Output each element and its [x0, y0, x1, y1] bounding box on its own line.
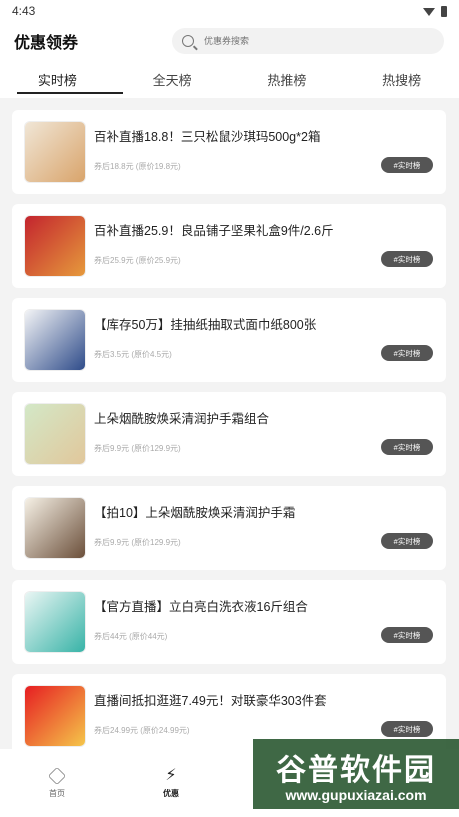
status-time: 4:43 — [12, 4, 36, 18]
item-price: 券后18.8元 (原价19.8元) — [94, 162, 181, 171]
search-icon — [182, 35, 194, 47]
product-image — [24, 685, 86, 747]
list-item[interactable]: 上朵烟酰胺焕采清润护手霜组合 券后9.9元 (原价129.9元) #实时榜 — [12, 392, 446, 476]
tab-hot-push[interactable]: 热推榜 — [230, 60, 345, 98]
status-icons — [423, 5, 447, 17]
watermark-sub: www.gupuxiazai.com — [285, 787, 427, 803]
item-title: 百补直播25.9！良品铺子坚果礼盒9件/2.6斤 — [94, 224, 334, 238]
rank-tag[interactable]: #实时榜 — [381, 721, 433, 737]
header: 优惠领券 — [0, 22, 459, 60]
rank-tag[interactable]: #实时榜 — [381, 627, 433, 643]
page-title: 优惠领券 — [14, 35, 79, 52]
nav-home[interactable]: 首页 — [0, 749, 114, 817]
product-image — [24, 215, 86, 277]
item-title: 百补直播18.8！三只松鼠沙琪玛500g*2箱 — [94, 130, 321, 144]
list-item[interactable]: 百补直播25.9！良品铺子坚果礼盒9件/2.6斤 券后25.9元 (原价25.9… — [12, 204, 446, 288]
watermark: 谷普软件园 www.gupuxiazai.com — [253, 739, 459, 809]
nav-deals[interactable]: ⚡ 优惠 — [114, 749, 228, 817]
tab-allday[interactable]: 全天榜 — [115, 60, 230, 98]
tab-hot-search[interactable]: 热搜榜 — [344, 60, 459, 98]
nav-label: 优惠 — [163, 788, 179, 798]
item-price: 券后24.99元 (原价24.99元) — [94, 726, 190, 735]
list-item[interactable]: 【库存50万】挂抽纸抽取式面巾纸800张 券后3.5元 (原价4.5元) #实时… — [12, 298, 446, 382]
item-title: 上朵烟酰胺焕采清润护手霜组合 — [94, 412, 270, 426]
status-bar: 4:43 — [0, 0, 459, 22]
battery-icon — [441, 5, 447, 17]
tab-bar: 实时榜 全天榜 热推榜 热搜榜 — [0, 60, 459, 98]
rank-tag[interactable]: #实时榜 — [381, 439, 433, 455]
item-price: 券后9.9元 (原价129.9元) — [94, 538, 181, 547]
rank-tag[interactable]: #实时榜 — [381, 157, 433, 173]
product-image — [24, 403, 86, 465]
item-price: 券后44元 (原价44元) — [94, 632, 168, 641]
search-input[interactable] — [202, 35, 406, 47]
item-title: 【拍10】上朵烟酰胺焕采清润护手霜 — [94, 506, 296, 520]
product-image — [24, 497, 86, 559]
home-icon — [47, 766, 67, 785]
rank-tag[interactable]: #实时榜 — [381, 251, 433, 267]
watermark-main: 谷普软件园 — [276, 754, 436, 787]
list-item[interactable]: 【官方直播】立白亮白洗衣液16斤组合 券后44元 (原价44元) #实时榜 — [12, 580, 446, 664]
list-item[interactable]: 百补直播18.8！三只松鼠沙琪玛500g*2箱 券后18.8元 (原价19.8元… — [12, 110, 446, 194]
coupon-list: 百补直播18.8！三只松鼠沙琪玛500g*2箱 券后18.8元 (原价19.8元… — [12, 110, 446, 768]
tab-realtime[interactable]: 实时榜 — [0, 60, 123, 98]
rank-tag[interactable]: #实时榜 — [381, 533, 433, 549]
wifi-icon — [423, 8, 435, 16]
item-title: 【库存50万】挂抽纸抽取式面巾纸800张 — [94, 318, 317, 332]
item-price: 券后9.9元 (原价129.9元) — [94, 444, 181, 453]
list-item[interactable]: 【拍10】上朵烟酰胺焕采清润护手霜 券后9.9元 (原价129.9元) #实时榜 — [12, 486, 446, 570]
product-image — [24, 591, 86, 653]
item-title: 直播间抵扣逛逛7.49元！对联豪华303件套 — [94, 694, 327, 708]
nav-label: 首页 — [49, 788, 65, 798]
lightning-icon: ⚡ — [165, 766, 177, 784]
product-image — [24, 121, 86, 183]
item-title: 【官方直播】立白亮白洗衣液16斤组合 — [94, 600, 308, 614]
search-bar[interactable] — [172, 28, 444, 54]
rank-tag[interactable]: #实时榜 — [381, 345, 433, 361]
item-price: 券后25.9元 (原价25.9元) — [94, 256, 181, 265]
item-price: 券后3.5元 (原价4.5元) — [94, 350, 172, 359]
product-image — [24, 309, 86, 371]
